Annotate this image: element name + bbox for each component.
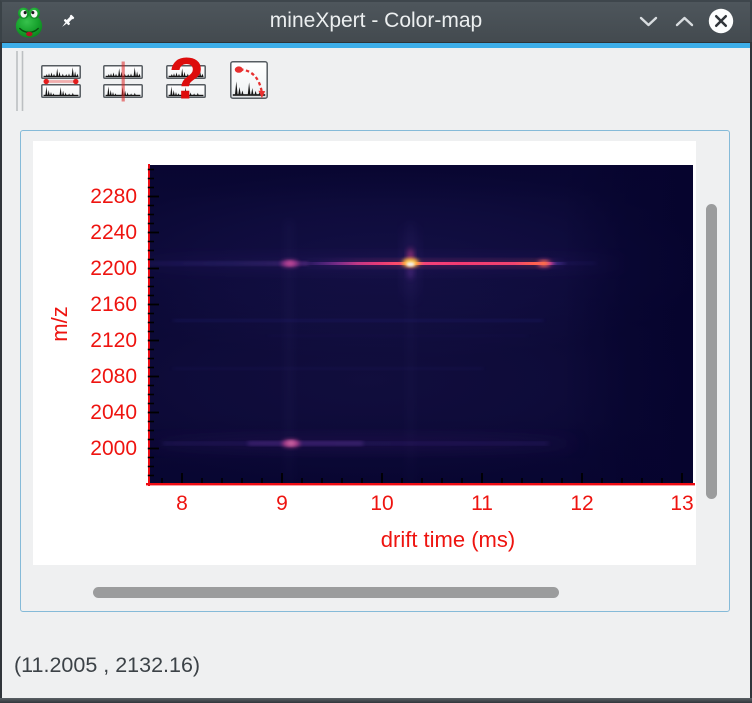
svg-text:?: ? [169, 48, 204, 112]
